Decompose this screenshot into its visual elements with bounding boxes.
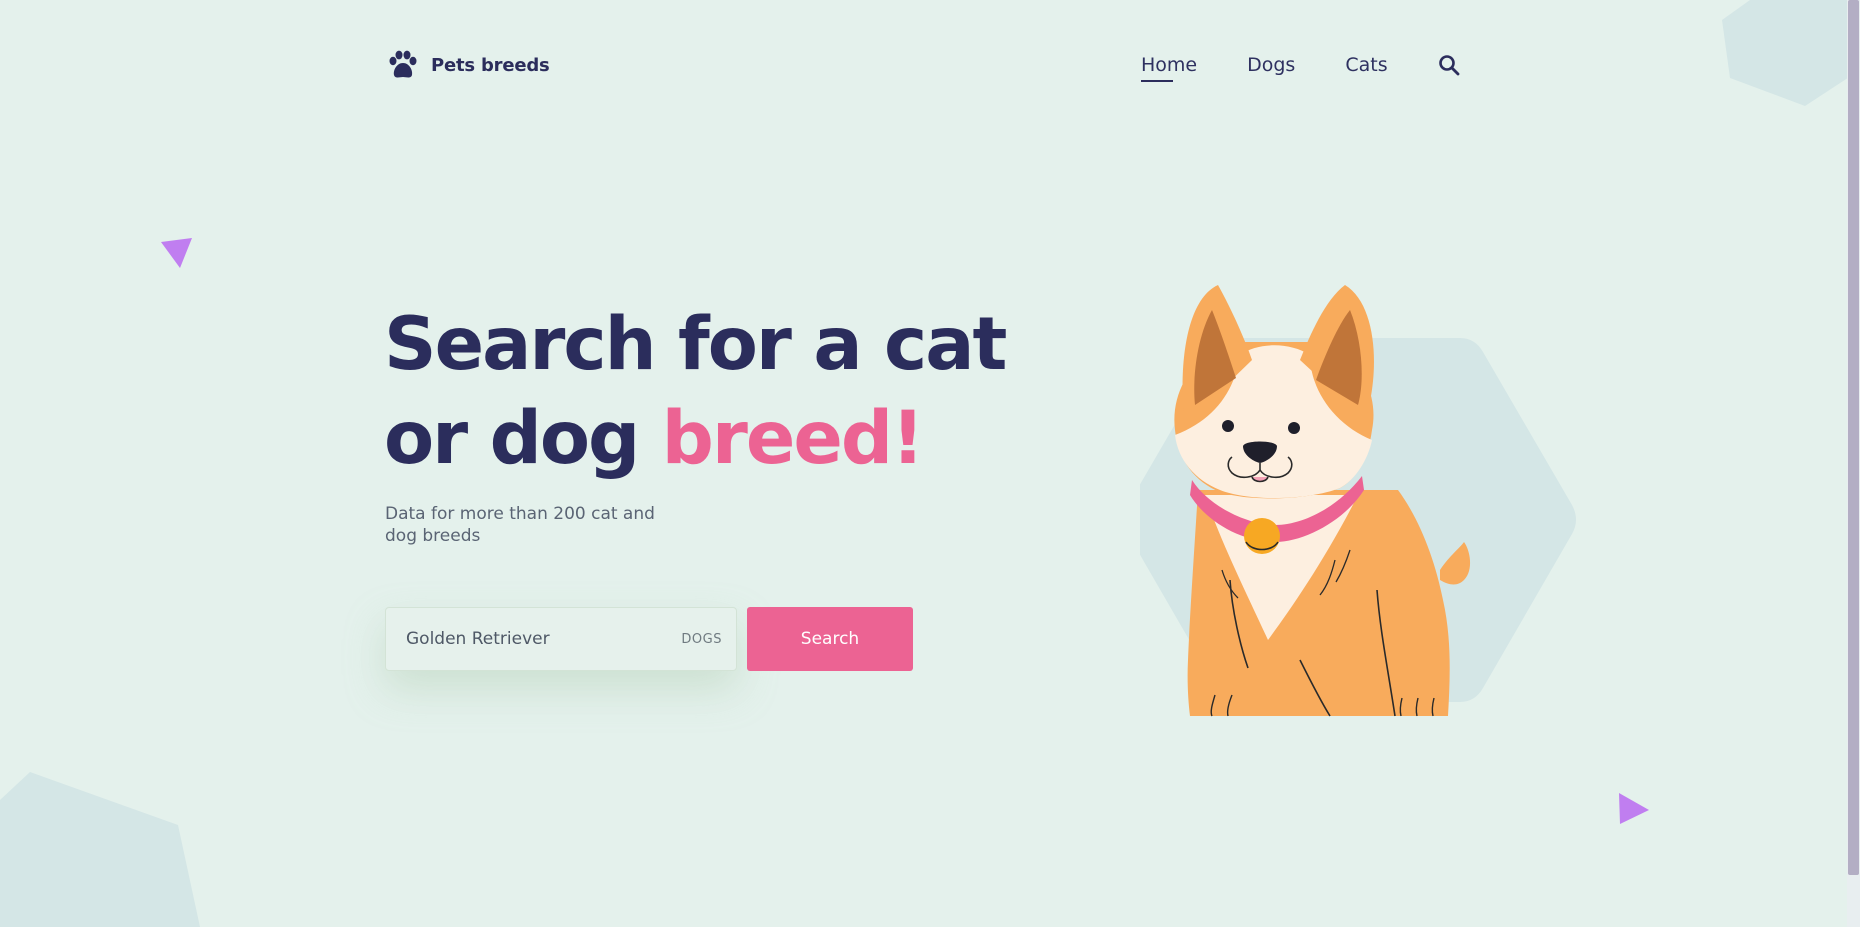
hero-title-line2: or dog: [384, 396, 662, 481]
decorative-triangle-left: [161, 238, 192, 268]
nav-item-home[interactable]: Home: [1141, 54, 1197, 82]
search-box[interactable]: DOGS: [385, 607, 737, 671]
hero-title: Search for a cat or dog breed!: [384, 298, 1007, 486]
scrollbar-thumb[interactable]: [1848, 0, 1859, 875]
search-icon[interactable]: [1438, 54, 1460, 76]
decorative-hexagon-bottom-left: [0, 772, 200, 927]
decorative-hexagon-top-right: [1722, 0, 1860, 106]
hero-title-line1: Search for a cat: [384, 302, 1007, 387]
main-nav: Home Dogs Cats: [1141, 54, 1460, 82]
decorative-triangle-right: [1619, 793, 1649, 824]
nav-item-dogs[interactable]: Dogs: [1247, 54, 1295, 76]
nav-item-cats[interactable]: Cats: [1345, 54, 1387, 76]
hero-title-accent: breed!: [661, 396, 925, 481]
search-button[interactable]: Search: [747, 607, 913, 671]
hero-subtitle: Data for more than 200 cat and dog breed…: [385, 504, 655, 546]
paw-icon: [389, 50, 417, 78]
brand-logo[interactable]: Pets breeds: [387, 50, 550, 80]
brand-name: Pets breeds: [431, 54, 550, 76]
breed-search-input[interactable]: [406, 629, 682, 649]
corgi-illustration: [1140, 285, 1576, 717]
scrollbar-track[interactable]: [1847, 0, 1860, 927]
search-category-tag[interactable]: DOGS: [681, 632, 722, 647]
